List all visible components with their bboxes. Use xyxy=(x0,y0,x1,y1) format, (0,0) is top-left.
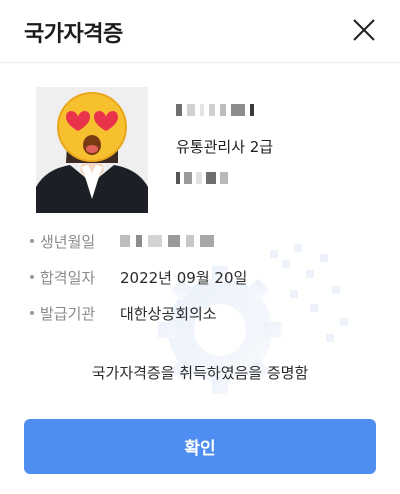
holder-photo xyxy=(36,87,148,213)
header-divider xyxy=(0,62,400,63)
birth-row: 생년월일 xyxy=(30,230,214,252)
issuer-row: 발급기관 대한상공회의소 xyxy=(30,302,217,324)
holder-name-redacted xyxy=(176,104,254,116)
issuer-label: 발급기관 xyxy=(40,304,96,323)
pass-date-value: 2022년 09월 20일 xyxy=(120,268,248,287)
pass-date-label: 합격일자 xyxy=(40,268,96,287)
confirm-button[interactable]: 확인 xyxy=(24,419,376,474)
certificate-modal: 국가자격증 유통관리사 2급 생년월일 합격일자 2022년 09월 20일 발… xyxy=(0,0,400,494)
certificate-name: 유통관리사 2급 xyxy=(176,138,274,156)
heart-eyes-emoji-icon xyxy=(57,92,127,162)
bullet xyxy=(30,311,34,315)
close-icon[interactable] xyxy=(350,16,378,44)
certification-notice: 국가자격증을 취득하였음을 증명함 xyxy=(91,364,309,382)
modal-title: 국가자격증 xyxy=(24,22,123,47)
birth-label: 생년월일 xyxy=(40,232,96,251)
modal-header: 국가자격증 xyxy=(0,0,400,62)
issuer-value: 대한상공회의소 xyxy=(120,304,217,323)
birth-value xyxy=(120,235,214,247)
bullet xyxy=(30,275,34,279)
birth-value-redacted xyxy=(120,235,214,247)
pass-date-row: 합격일자 2022년 09월 20일 xyxy=(30,266,247,288)
bullet xyxy=(30,239,34,243)
certificate-number-redacted xyxy=(176,172,228,184)
